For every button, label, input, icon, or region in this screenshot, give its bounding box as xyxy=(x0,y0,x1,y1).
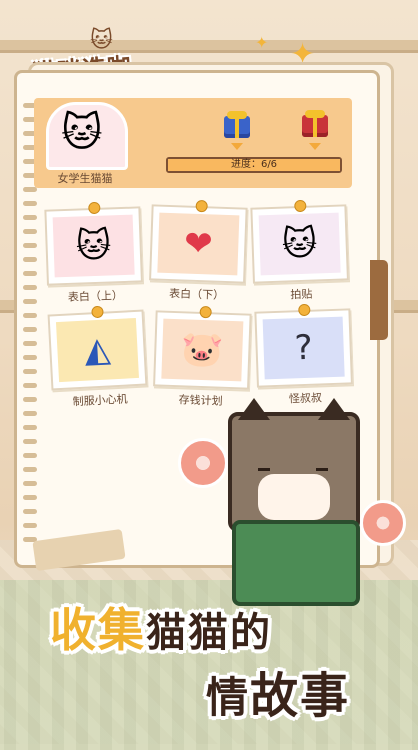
pin-icon xyxy=(88,201,101,215)
sparkle-icon: ✦ xyxy=(255,33,269,52)
blue-pleated-skirt-icon: ◭ xyxy=(55,317,139,383)
story-card[interactable]: 🐱 表白（上） xyxy=(44,201,143,305)
reward-gift-red-icon[interactable] xyxy=(302,115,328,137)
reward-gift-blue-icon[interactable] xyxy=(224,116,250,138)
slogan-line-1: 收集猫猫的 xyxy=(50,594,272,660)
slogan-line-2: 情故事 xyxy=(206,656,350,726)
story-progress-bar: 进度：6/6 xyxy=(166,157,342,173)
slogan-highlight: 收集 xyxy=(50,603,146,657)
card-frame: ? xyxy=(254,303,353,388)
card-frame: ❤ xyxy=(149,199,248,284)
cat-in-uniform-icon: 🐱 xyxy=(52,214,135,278)
card-frame: 🐱 xyxy=(250,199,349,284)
card-label: 表白（上） xyxy=(67,289,124,304)
card-frame: ◭ xyxy=(47,305,148,391)
notebook-bookmark-tab[interactable] xyxy=(370,260,388,340)
progress-text: 进度：6/6 xyxy=(230,159,278,170)
gift-bow-icon xyxy=(305,110,325,118)
character-name: 女学生猫猫 xyxy=(57,172,113,185)
cat-head xyxy=(228,398,360,532)
slogan-text: 情 xyxy=(206,673,251,722)
pin-icon xyxy=(199,305,212,319)
slogan-text: 猫猫的 xyxy=(146,610,272,656)
tabby-cat-character xyxy=(222,398,362,606)
story-card[interactable]: ❤ 表白（下） xyxy=(148,199,248,303)
heartbeat-heart-icon: ❤ xyxy=(157,212,240,276)
story-card[interactable]: ? 怪叔叔 xyxy=(254,303,353,407)
pin-icon xyxy=(298,303,311,317)
card-frame: 🐷 xyxy=(153,305,252,390)
reward-marker-icon xyxy=(231,143,243,150)
pin-icon xyxy=(294,199,307,213)
slogan-highlight: 故事 xyxy=(250,668,351,724)
flower-icon xyxy=(178,438,228,488)
pin-icon xyxy=(91,305,104,319)
card-frame: 🐱 xyxy=(44,201,143,286)
pin-icon xyxy=(195,199,208,213)
schoolgirl-cat-icon: 🐱 xyxy=(61,110,103,156)
gift-bow-icon xyxy=(227,111,247,119)
story-card[interactable]: ◭ 制服小心机 xyxy=(47,305,149,411)
card-label: 表白（下） xyxy=(168,287,225,302)
story-card[interactable]: 🐷 存钱计划 xyxy=(152,305,252,409)
character-avatar[interactable]: 🐱 xyxy=(46,102,128,170)
shadow-cat-question-icon: ? xyxy=(262,316,345,380)
reward-marker-icon xyxy=(309,143,321,150)
flower-icon xyxy=(360,500,406,546)
card-label: 拍贴 xyxy=(290,287,313,302)
cat-with-bow-icon: 🐱 xyxy=(258,212,341,276)
pink-piggy-bank-icon: 🐷 xyxy=(161,318,244,382)
story-card[interactable]: 🐱 拍贴 xyxy=(250,199,349,303)
